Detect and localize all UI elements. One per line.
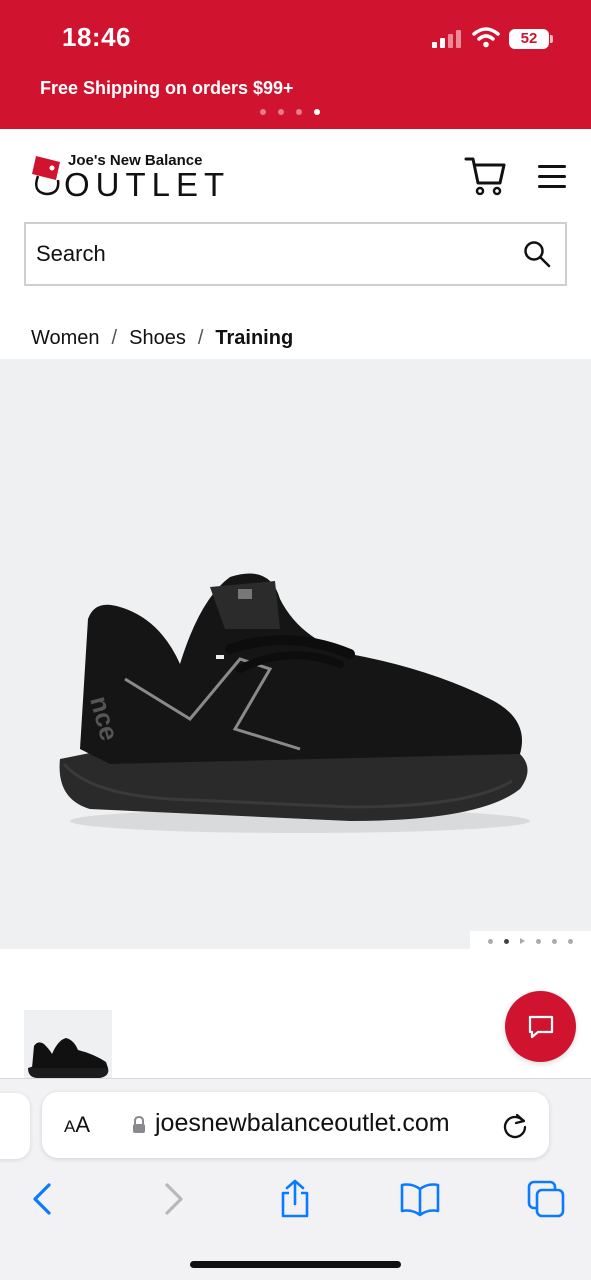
promo-header: 18:46 52 Free Shipping on orders $99+ bbox=[0, 0, 591, 129]
chat-button[interactable] bbox=[505, 991, 576, 1062]
bookmarks-icon[interactable] bbox=[400, 1179, 440, 1219]
chat-icon bbox=[528, 1015, 554, 1039]
promo-dot[interactable] bbox=[296, 109, 302, 115]
promo-dot[interactable] bbox=[260, 109, 266, 115]
hamburger-menu-icon[interactable] bbox=[538, 165, 566, 189]
promo-text[interactable]: Free Shipping on orders $99+ bbox=[40, 78, 294, 99]
share-icon[interactable] bbox=[275, 1179, 315, 1219]
gallery-pagination bbox=[470, 931, 591, 951]
gallery-dot[interactable] bbox=[552, 938, 557, 944]
browser-toolbar: AA joesnewbalanceoutlet.com bbox=[0, 1078, 591, 1280]
home-indicator[interactable] bbox=[190, 1261, 401, 1268]
breadcrumb: Women / Shoes / Training bbox=[31, 327, 293, 350]
breadcrumb-item-shoes[interactable]: Shoes bbox=[129, 327, 186, 350]
breadcrumb-separator: / bbox=[111, 327, 118, 349]
lock-icon bbox=[133, 1116, 145, 1133]
product-image-shoe: nce bbox=[59, 573, 530, 833]
battery-indicator: 52 bbox=[509, 29, 553, 49]
breadcrumb-item-women[interactable]: Women bbox=[31, 327, 100, 350]
product-image-gallery[interactable]: nce bbox=[0, 359, 591, 949]
search-bar[interactable] bbox=[24, 222, 567, 286]
promo-dot-active[interactable] bbox=[314, 109, 320, 115]
gallery-dot[interactable] bbox=[488, 938, 493, 944]
tabs-icon[interactable] bbox=[526, 1179, 566, 1219]
forward-icon[interactable] bbox=[152, 1179, 192, 1219]
address-bar[interactable]: AA joesnewbalanceoutlet.com bbox=[42, 1092, 549, 1158]
gallery-dot[interactable] bbox=[568, 938, 573, 944]
url-text[interactable]: joesnewbalanceoutlet.com bbox=[155, 1109, 450, 1138]
reader-settings-button[interactable]: AA bbox=[64, 1112, 90, 1138]
promo-carousel-dots bbox=[260, 109, 320, 115]
site-logo[interactable]: Joe's New Balance OUTLET bbox=[30, 150, 230, 203]
search-input[interactable] bbox=[36, 236, 506, 272]
product-thumbnail[interactable] bbox=[24, 1010, 112, 1080]
wifi-icon bbox=[472, 27, 500, 48]
breadcrumb-separator: / bbox=[197, 327, 204, 349]
gallery-dot[interactable] bbox=[536, 938, 541, 944]
logo-bottom-text: OUTLET bbox=[64, 166, 231, 203]
gallery-dot-active[interactable] bbox=[504, 938, 509, 944]
reload-icon[interactable] bbox=[501, 1111, 529, 1139]
video-play-icon[interactable] bbox=[520, 938, 525, 944]
cart-icon[interactable] bbox=[464, 155, 506, 197]
breadcrumb-item-training[interactable]: Training bbox=[215, 327, 293, 350]
logo-tag-icon bbox=[32, 156, 60, 196]
status-time: 18:46 bbox=[62, 22, 131, 52]
cellular-signal-icon bbox=[432, 30, 462, 48]
promo-dot[interactable] bbox=[278, 109, 284, 115]
thumbnail-shoe-image bbox=[28, 1038, 109, 1078]
search-icon[interactable] bbox=[523, 240, 551, 268]
back-icon[interactable] bbox=[24, 1179, 64, 1219]
previous-tab-peek[interactable] bbox=[0, 1093, 30, 1159]
